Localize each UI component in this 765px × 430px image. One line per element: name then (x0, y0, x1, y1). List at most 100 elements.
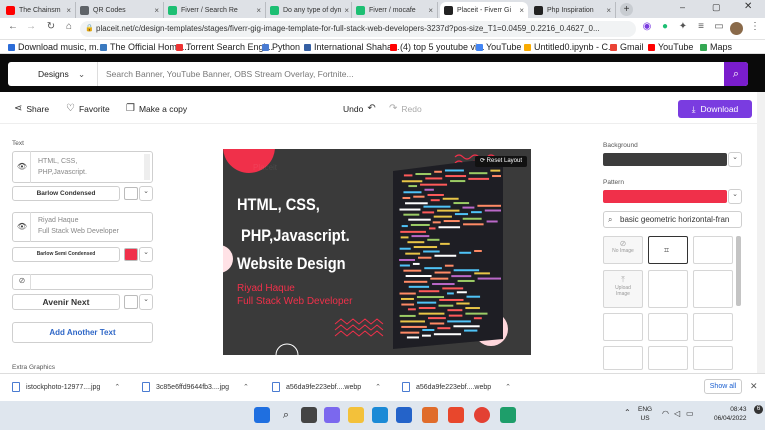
tab-fiverr-gig[interactable]: Do any type of dyn × (266, 2, 352, 18)
close-icon[interactable]: × (603, 6, 611, 15)
pattern-color-swatch[interactable] (603, 190, 727, 203)
sublime-icon[interactable] (422, 407, 438, 423)
search-input[interactable]: Search Banner, YouTube Banner, OBS Strea… (106, 62, 706, 86)
file-explorer-icon[interactable] (348, 407, 364, 423)
pattern-thumb-selected[interactable]: ⌗ (648, 236, 688, 264)
minimize-button[interactable]: – (680, 2, 685, 12)
page-scrollbar[interactable] (757, 92, 765, 373)
share-button[interactable]: ⋖ Share (14, 103, 49, 114)
pattern-thumb[interactable] (693, 346, 733, 370)
menu-list-icon[interactable]: ≡ (694, 21, 708, 32)
tab-fiverr-search[interactable]: Fiverr / Search Re × (164, 2, 266, 18)
chevron-down-icon[interactable]: ⌄ (139, 294, 153, 310)
scrollbar[interactable] (736, 236, 741, 306)
designs-dropdown[interactable]: Designs ⌄ (8, 62, 98, 86)
close-icon[interactable]: × (253, 6, 261, 15)
chrome-icon[interactable] (474, 407, 490, 423)
bookmark-item[interactable]: Torrent Search Engi... (176, 42, 273, 52)
forward-icon[interactable]: → (24, 21, 38, 32)
extension-icon[interactable]: ◉ (640, 21, 654, 32)
add-another-text-button[interactable]: Add Another Text (12, 322, 153, 343)
color-swatch-1[interactable] (124, 187, 138, 200)
pattern-thumb[interactable] (648, 313, 688, 341)
font-select-3[interactable]: Avenir Next (12, 294, 120, 310)
close-icon[interactable]: ✕ (750, 381, 758, 392)
back-icon[interactable]: ← (6, 21, 20, 32)
clock[interactable]: 08:43 06/04/2022 (714, 405, 747, 423)
extensions-puzzle-icon[interactable]: ✦ (676, 21, 690, 32)
new-tab-button[interactable]: + (620, 3, 633, 16)
pattern-search-input[interactable]: ⌕ basic geometric horizontal-fran (603, 211, 742, 228)
bookmark-item[interactable]: Download music, m... (8, 42, 104, 52)
redo-button[interactable]: ↷ Redo (389, 103, 422, 114)
url-field[interactable]: 🔒 placeit.net/c/design-templates/stages/f… (80, 21, 636, 37)
show-all-button[interactable]: Show all (704, 379, 742, 394)
chevron-up-icon[interactable]: ⌃ (375, 383, 381, 391)
eye-off-icon[interactable]: ⊘ (14, 276, 30, 285)
maximize-button[interactable]: ▢ (712, 2, 721, 13)
extension-icon[interactable]: ● (658, 21, 672, 32)
background-color-swatch[interactable] (603, 153, 727, 166)
bookmark-item[interactable]: Maps (700, 42, 732, 52)
store-icon[interactable] (396, 407, 412, 423)
chevron-up-icon[interactable]: ⌃ (114, 383, 120, 391)
bookmark-item[interactable]: Gmail (610, 42, 644, 52)
tab-php-inspiration[interactable]: Php Inspiration × (530, 2, 616, 18)
scrollbar[interactable] (144, 154, 150, 180)
download-item[interactable]: a56da9fe223ebf....webp ⌃ (272, 382, 381, 392)
bookmark-item[interactable]: YouTube (476, 42, 521, 52)
download-button[interactable]: ⤓ Download (678, 100, 752, 118)
download-item[interactable]: istockphoto-12977....jpg ⌃ (12, 382, 120, 392)
wifi-icon[interactable]: ◠ (662, 409, 669, 418)
avatar[interactable] (730, 22, 743, 35)
home-icon[interactable]: ⌂ (62, 21, 76, 32)
text-field-3[interactable] (12, 274, 153, 290)
close-icon[interactable]: × (425, 6, 433, 15)
notification-badge[interactable]: 6 (754, 405, 763, 414)
eye-icon[interactable]: 👁 (14, 222, 30, 231)
make-copy-button[interactable]: ❐ Make a copy (126, 103, 187, 114)
pattern-thumb[interactable] (693, 270, 733, 308)
bookmark-item[interactable]: International Shaha... (304, 42, 400, 52)
pattern-thumb[interactable] (693, 313, 733, 341)
upload-image-option[interactable]: ⤒ Upload Image (603, 270, 643, 308)
design-canvas[interactable]: ⟳ Reset Layout HTML, CSS, PHP,Javascript… (223, 149, 531, 355)
pattern-thumb[interactable] (603, 346, 643, 370)
chat-icon[interactable] (324, 407, 340, 423)
close-icon[interactable]: × (516, 6, 524, 15)
pattern-thumb[interactable] (693, 236, 733, 264)
task-view-icon[interactable] (301, 407, 317, 423)
bookmark-item[interactable]: Untitled0.ipynb - C... (524, 42, 616, 52)
xampp-icon[interactable] (448, 407, 464, 423)
chevron-down-icon[interactable]: ⌄ (728, 189, 742, 204)
color-swatch-3[interactable] (124, 295, 138, 309)
tab-placeit[interactable]: Placeit - Fiverr Gi × (440, 2, 528, 18)
bookmark-item[interactable]: Python (262, 42, 300, 52)
language-indicator[interactable]: ENG US (638, 405, 652, 423)
pycharm-icon[interactable] (500, 407, 516, 423)
tab-qr-codes[interactable]: QR Codes × (76, 2, 164, 18)
more-icon[interactable]: ⋮ (748, 21, 762, 32)
pattern-thumb[interactable] (648, 270, 688, 308)
favorite-button[interactable]: ♡ Favorite (66, 103, 110, 114)
sidebar-icon[interactable]: ▭ (712, 21, 726, 32)
tab-fiverr-mocafe[interactable]: Fiverr / mocafe × (352, 2, 438, 18)
tab-youtube[interactable]: The Chainsm × (2, 2, 76, 18)
no-image-option[interactable]: ⊘ No Image (603, 236, 643, 264)
search-button[interactable]: ⌕ (724, 62, 748, 86)
font-select-1[interactable]: Barlow Condensed (12, 186, 120, 201)
chevron-up-icon[interactable]: ⌃ (505, 383, 511, 391)
reload-icon[interactable]: ↻ (44, 21, 58, 32)
chevron-down-icon[interactable]: ⌄ (139, 247, 153, 262)
color-swatch-2[interactable] (124, 248, 138, 261)
window-close-button[interactable]: ✕ (744, 1, 752, 12)
chevron-up-icon[interactable]: ⌃ (243, 383, 249, 391)
bookmark-item[interactable]: YouTube (648, 42, 693, 52)
close-icon[interactable]: × (341, 6, 349, 15)
battery-icon[interactable]: ▭ (686, 409, 694, 418)
search-icon[interactable]: ⌕ (278, 407, 294, 423)
font-select-2[interactable]: Barlow Semi Condensed (12, 247, 120, 262)
chevron-down-icon[interactable]: ⌄ (139, 186, 153, 201)
speaker-icon[interactable]: ◁ (674, 409, 680, 418)
eye-icon[interactable]: 👁 (14, 162, 30, 171)
